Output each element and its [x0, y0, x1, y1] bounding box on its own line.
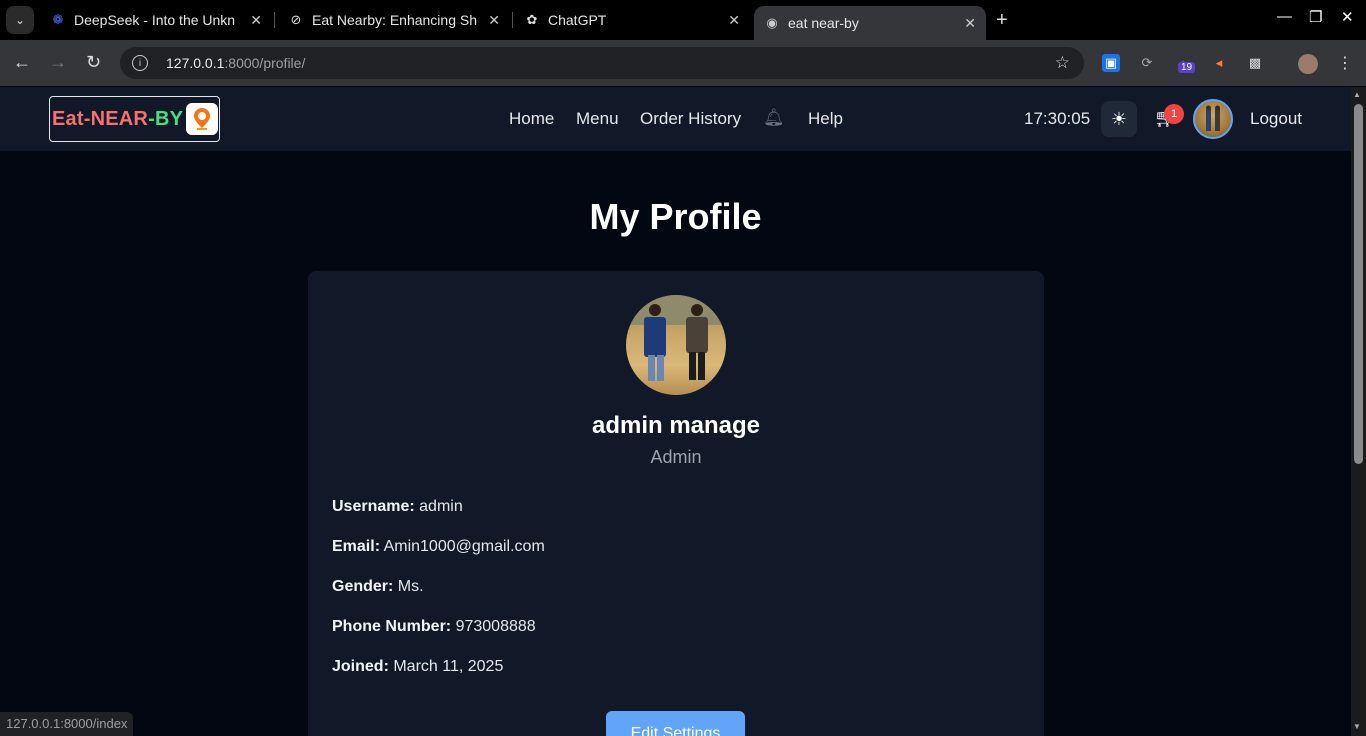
globe-icon: ◉ [766, 15, 778, 30]
window-close-icon[interactable]: ✕ [1341, 8, 1354, 26]
extensions-puzzle-icon[interactable]: ▩ [1246, 54, 1264, 72]
restore-icon[interactable]: ❐ [1309, 8, 1322, 26]
status-bar-url: 127.0.0.1:8000/index [0, 712, 134, 736]
logo-dash: - [83, 107, 91, 130]
profile-field-joined: Joined: March 11, 2025 [332, 658, 503, 676]
new-tab-plus-icon[interactable]: + [996, 9, 1008, 32]
browser-tab-deepseek[interactable]: ❁ DeepSeek - Into the Unkn ✕ [40, 6, 272, 34]
close-tab-icon[interactable]: ✕ [728, 12, 740, 29]
logo-part-near: NEAR [90, 107, 149, 130]
profile-avatar-icon[interactable] [1298, 54, 1318, 74]
tab-search-chevron-icon[interactable]: ⌄ [6, 6, 34, 34]
logo-dash: - [148, 107, 155, 130]
extension-sync-icon[interactable]: ⟳ [1138, 54, 1156, 72]
cart-count-badge: 1 [1164, 104, 1184, 124]
address-bar[interactable]: i 127.0.0.1:8000/profile/ ☆ [120, 47, 1084, 79]
logo-part-by: BY [154, 107, 184, 130]
scrollbar-thumb[interactable] [1354, 104, 1363, 464]
nav-order-history-link[interactable]: Order History [640, 109, 741, 129]
logo-part-eat: Eat [52, 107, 84, 130]
logo-image-icon [186, 103, 219, 135]
field-value: March 11, 2025 [393, 658, 504, 675]
scroll-down-arrow-icon[interactable]: ▼ [1353, 722, 1361, 731]
openai-icon: ✿ [526, 12, 538, 27]
tab-title: Eat Nearby: Enhancing Sh [312, 12, 477, 28]
nav-home-link[interactable]: Home [509, 109, 554, 129]
close-tab-icon[interactable]: ✕ [964, 15, 976, 32]
perplexity-icon: ⊘ [290, 12, 302, 27]
profile-field-username: Username: admin [332, 498, 463, 516]
field-value: Amin1000@gmail.com [383, 538, 545, 555]
browser-tab-chatgpt[interactable]: ✿ ChatGPT ✕ [514, 6, 750, 34]
url-path: :8000/profile/ [224, 55, 306, 71]
site-info-icon[interactable]: i [132, 55, 148, 71]
bookmark-star-icon[interactable]: ☆ [1055, 53, 1070, 73]
url-host: 127.0.0.1 [166, 55, 225, 71]
extension-badge: 19 [1178, 62, 1196, 73]
profile-field-phone: Phone Number: 973008888 [332, 618, 536, 636]
logo-text: Eat-NEAR-BY [52, 108, 183, 131]
tab-title: eat near-by [788, 15, 859, 31]
close-tab-icon[interactable]: ✕ [250, 12, 262, 29]
page-title: My Profile [589, 196, 762, 237]
nav-help-link[interactable]: Help [808, 109, 843, 129]
field-label: Username: [332, 498, 415, 515]
notification-bell-icon[interactable]: 🔔︎ [763, 108, 785, 128]
profile-field-gender: Gender: Ms. [332, 578, 424, 596]
field-label: Email: [332, 538, 381, 555]
more-menu-icon[interactable]: ⋮ [1336, 54, 1354, 72]
browser-tab-eat-nearby[interactable]: ⊘ Eat Nearby: Enhancing Sh ✕ [278, 6, 510, 34]
profile-full-name: admin manage [591, 412, 761, 439]
extension-audio-icon[interactable]: ◂ [1210, 54, 1228, 72]
user-avatar[interactable] [1193, 99, 1233, 139]
tab-title: ChatGPT [548, 12, 607, 28]
field-value: 973008888 [455, 618, 536, 635]
scroll-up-arrow-icon[interactable]: ▲ [1353, 90, 1361, 99]
address-url: 127.0.0.1:8000/profile/ [166, 55, 305, 71]
field-label: Phone Number: [332, 618, 452, 635]
logout-link[interactable]: Logout [1250, 109, 1302, 129]
edit-settings-button[interactable]: Edit Settings [606, 711, 745, 736]
theme-toggle-sun-icon[interactable]: ☀ [1101, 101, 1137, 137]
profile-field-email: Email: Amin1000@gmail.com [332, 538, 545, 556]
close-tab-icon[interactable]: ✕ [488, 12, 500, 29]
profile-role: Admin [650, 447, 702, 467]
site-logo[interactable]: Eat-NEAR-BY [49, 96, 220, 142]
reload-icon[interactable]: ↻ [86, 52, 101, 73]
tab-title: DeepSeek - Into the Unkn [74, 12, 236, 28]
field-value: Ms. [397, 578, 424, 595]
field-label: Joined: [332, 658, 389, 675]
forward-arrow-icon[interactable]: → [49, 52, 67, 73]
browser-tab-eat-near-by[interactable]: ◉ eat near-by ✕ [754, 6, 986, 40]
profile-avatar [626, 295, 726, 395]
field-value: admin [419, 498, 463, 515]
minimize-icon[interactable]: — [1277, 8, 1292, 25]
field-label: Gender: [332, 578, 394, 595]
extension-icon[interactable]: ▣ [1102, 54, 1120, 72]
tab-separator [274, 12, 275, 28]
tab-separator [512, 12, 513, 28]
back-arrow-icon[interactable]: ← [13, 52, 31, 73]
deepseek-icon: ❁ [52, 12, 64, 27]
nav-menu-link[interactable]: Menu [576, 109, 619, 129]
live-clock: 17:30:05 [1024, 109, 1091, 128]
